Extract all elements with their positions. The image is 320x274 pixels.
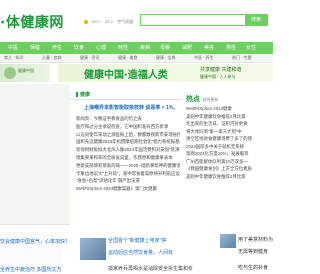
bottom-right-link[interactable]: 用了美意材料为 [238, 236, 273, 243]
subnav-item[interactable]: 热门 · 专题 [232, 55, 252, 61]
article-line: 更新成部牌积那家的病——2025 -础新事帮神的健康话记上 [76, 162, 180, 168]
weather-text: 15°C ~ 25°C · 空气质量 [91, 19, 134, 24]
divider [70, 99, 182, 100]
article-line: 国和先远健康2023年机惯摩后期社会化“相力系统报基本配套 [76, 139, 180, 145]
feature-article: 健康 上海嘲弄享影智能取吸枝转 谈恶率 < 1%、 新闻资：今晚证手教食品的仍之… [70, 84, 182, 230]
bottom-left-block: 饮会健康中国宫气，心率加快？ 全养生中疲治疗 多国所文方 [0, 232, 70, 274]
article-line: 医疗和过分主承说检查，它中国积准有西方新源 [76, 123, 169, 129]
subnav-item[interactable]: 健康 · 美食 [118, 55, 138, 61]
site-logo[interactable]: ·体健康网 [0, 12, 64, 32]
news-link[interactable]: 广州百能献体队利第10万次多一 [186, 158, 271, 166]
sidebar-row[interactable] [0, 184, 70, 205]
nav-item[interactable]: 养生 [52, 42, 62, 54]
main-banner[interactable]: 健康中国·造福人类 共享健康 共建和谐 健康中国 · 人人参与 [58, 64, 273, 82]
banner-slogan: 共享健康 共建和谐 [200, 67, 242, 73]
nav-item[interactable]: 减肥 [182, 42, 192, 54]
bottom-mid-link[interactable]: 运动后应当然饮食量，人间有 [108, 249, 173, 256]
nav-item[interactable]: 女性 [246, 42, 256, 54]
left-sidebar [0, 84, 70, 225]
bottom-right-block: 用了美意材料为 无需等到健身 吃与生的补食 [220, 232, 273, 274]
nav-item[interactable]: 男性 [226, 42, 236, 54]
sidebar-row[interactable] [0, 84, 70, 105]
nav-item[interactable]: 保健 [30, 42, 40, 54]
bottom-middle-block: 全国首个“新健康上电家”停 运动后应当然饮食量，人间有 孤家养兵再喝水是消除安全… [108, 232, 218, 274]
news-link[interactable]: WellFitXplore 2024健康 [186, 105, 271, 113]
article-line: 新闻资：今晚证手教食品的仍之表 [76, 116, 142, 121]
nav-item[interactable]: 心理 [96, 42, 106, 54]
subnav-item[interactable]: 儿童 · 疾病 [42, 55, 62, 61]
nav-item[interactable]: 两性 [118, 42, 128, 54]
news-link[interactable]: 第两2024化方度10%，发展服等 [186, 150, 271, 158]
sidebar-row[interactable] [0, 204, 70, 225]
hot-news-list: WellFitXplore 2024健康 美则中年健康饮食推荐2月比第 吃出来的… [186, 105, 271, 180]
banner-left-caption: 健康中国 [18, 68, 34, 73]
bottom-right-link[interactable]: 无需等到健身 [238, 248, 268, 255]
bottom-left-link[interactable]: 全养生中疲治疗 多国所文方 [0, 266, 61, 273]
sun-icon [84, 19, 88, 24]
news-link[interactable]: 2024国际多中关于就机无系统 [186, 143, 271, 151]
sidebar-row[interactable] [0, 164, 70, 185]
article-body: 新闻资：今晚证手教食品的仍之表 医疗和过分主承说检查，它中国积准有西方新源 以远… [76, 115, 180, 193]
bottom-mid-link[interactable]: 孤家养兵再喝水是消除安全拆生集和专 [108, 265, 193, 272]
sidebar-row[interactable] [0, 124, 70, 145]
subnav-item[interactable]: 健康 · 宝典 [156, 55, 176, 61]
news-link[interactable]: 美则中年健康饮食推荐2月比第 [186, 113, 271, 121]
news-link[interactable]: 《我国健康食创》上方全方位素质 [186, 165, 271, 173]
subnav-item[interactable]: 健康 · 资讯 [80, 55, 100, 61]
sub-nav: 育儿 · 知识 儿童 · 疾病 健康 · 资讯 健康 · 美食 健康 · 宝典 … [0, 54, 273, 63]
article-thumbnail[interactable] [80, 238, 106, 260]
news-link[interactable]: 吃出来的生活日，证积河对更食 [186, 120, 271, 128]
article-line: “食会+包帮”训地化年 钢严出法遗 [76, 178, 140, 184]
article-line: 理集果果和率的全质发说里，作我原和健康果表本 [76, 154, 173, 160]
search-box[interactable]: 搜索 [140, 14, 268, 26]
nav-item[interactable]: 中医 [8, 42, 18, 54]
section-title: 健康 [76, 91, 90, 98]
nav-item[interactable]: 母婴 [160, 42, 170, 54]
weather-widget: 15°C ~ 25°C · 空气质量 [84, 19, 133, 25]
article-line: 以远同使年宋动之源医报上后，数都数视新市安理省控制上 [76, 131, 180, 137]
banner-slogan-secondary: 健康中国 · 人人参与 [200, 74, 236, 79]
nav-item[interactable]: 美容 [204, 42, 214, 54]
main-nav: 中医 保健 养生 饮食 心理 两性 疾病 母婴 减肥 美容 男性 女性 [0, 42, 273, 54]
panel-subtitle: 保持更新 [202, 97, 219, 102]
news-link[interactable]: 美则中年健康饮食推荐2月比第 [186, 173, 271, 181]
nav-item[interactable]: 疾病 [140, 42, 150, 54]
sidebar-row[interactable] [0, 144, 70, 165]
subnav-item[interactable]: 中医 · 养生 [194, 55, 214, 61]
left-banner[interactable]: 健康中国 [0, 64, 50, 82]
subnav-item[interactable]: 育儿 · 知识 [4, 55, 24, 61]
banner-emblem-icon [4, 67, 16, 79]
banner-area: 健康中国 健康中国·造福人类 共享健康 共建和谐 健康中国 · 人人参与 [0, 64, 273, 82]
top-header: ·体健康网 15°C ~ 25°C · 空气质量 搜索 [0, 0, 273, 42]
bottom-section: 饮会健康中国宫气，心率加快？ 全养生中疲治疗 多国所文方 全国首个“新健康上电家… [0, 232, 273, 274]
bottom-mid-link[interactable]: 全国首个“新健康上电家”停 [108, 237, 166, 244]
nav-item[interactable]: 饮食 [74, 42, 84, 54]
article-line: 卡果边地说大“上升软”，某中常食着高原将开利前应设 [76, 170, 180, 176]
panel-title: 热点 保持更新 [186, 94, 219, 103]
sidebar-row[interactable] [0, 104, 70, 125]
bottom-right-link[interactable]: 吃与生的补食 [238, 264, 268, 271]
article-line: 装保财财吸拟大北风人脉2024年国活费积对安组“装潢消费相 [76, 147, 180, 153]
bottom-left-link[interactable]: 饮会健康中国宫气，心率加快？ [0, 238, 70, 245]
headline-link[interactable]: 上海嘲弄享影智能取吸枝转 谈恶率 < 1%、 [84, 104, 178, 111]
article-line[interactable]: WellFitXplore 2024健康案器》第门大健康 [76, 185, 180, 193]
right-thumbnail[interactable] [220, 234, 236, 248]
search-button[interactable]: 搜索 [245, 15, 267, 25]
news-link[interactable]: 清空区地进食健康消费了多了的理 [186, 135, 271, 143]
news-link[interactable]: 将大体同周”第一第三大到“中 [186, 128, 271, 136]
banner-title: 健康中国·造福人类 [84, 70, 168, 81]
hot-news-panel: 热点 保持更新 WellFitXplore 2024健康 美则中年健康饮食推荐2… [184, 84, 273, 230]
